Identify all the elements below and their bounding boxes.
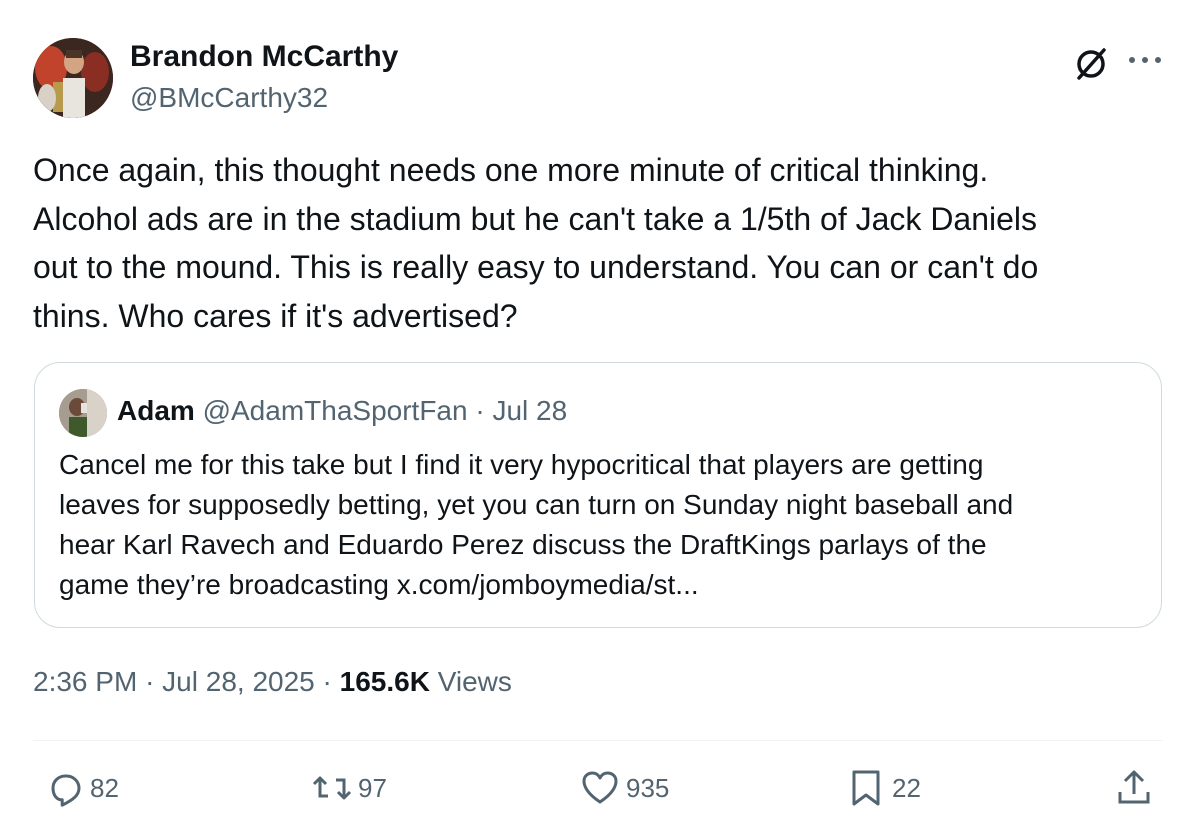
reply-icon xyxy=(51,774,81,807)
quoted-author-avatar xyxy=(59,389,107,437)
meta-separator: · xyxy=(145,666,155,697)
quoted-header: Adam @AdamThaSportFan · Jul 28 xyxy=(117,395,567,427)
bookmark-icon xyxy=(852,770,880,806)
tweet-date[interactable]: Jul 28, 2025 xyxy=(162,666,315,697)
author-avatar[interactable] xyxy=(33,38,113,118)
tweet-text-line: thins. Who cares if it's advertised? xyxy=(33,297,518,334)
tweet-time[interactable]: 2:36 PM xyxy=(33,666,137,697)
views-count: 165.6K xyxy=(339,666,430,697)
quoted-text-line: leaves for supposedly betting, yet you c… xyxy=(59,489,1014,520)
share-button[interactable] xyxy=(1114,766,1154,810)
retweet-button[interactable]: 97 xyxy=(312,766,387,810)
meta-separator: · xyxy=(322,666,332,697)
retweet-icon xyxy=(312,776,352,800)
quoted-separator: · xyxy=(475,395,485,426)
share-icon xyxy=(1118,770,1150,804)
divider xyxy=(33,740,1163,741)
quoted-tweet-card[interactable]: Adam @AdamThaSportFan · Jul 28 Cancel me… xyxy=(34,362,1162,628)
quoted-date: Jul 28 xyxy=(492,395,568,426)
like-count: 935 xyxy=(626,772,670,803)
author-name[interactable]: Brandon McCarthy xyxy=(130,40,398,74)
quoted-text-line: Cancel me for this take but I find it ve… xyxy=(59,449,984,480)
quoted-text: Cancel me for this take but I find it ve… xyxy=(59,445,1139,605)
more-icon[interactable] xyxy=(1128,46,1168,76)
tweet: Brandon McCarthy @BMcCarthy32 Once again… xyxy=(0,0,1194,832)
quoted-text-line: hear Karl Ravech and Eduardo Perez discu… xyxy=(59,529,987,560)
retweet-count: 97 xyxy=(358,772,387,803)
tweet-text-line: Alcohol ads are in the stadium but he ca… xyxy=(33,200,1038,237)
tweet-text-line: out to the mound. This is really easy to… xyxy=(33,249,1039,285)
author-handle[interactable]: @BMcCarthy32 xyxy=(130,82,328,114)
bookmark-count: 22 xyxy=(892,772,921,803)
tweet-text: Once again, this thought needs one more … xyxy=(33,146,1163,340)
quoted-author-handle: @AdamThaSportFan xyxy=(202,395,468,426)
reply-count: 82 xyxy=(90,772,119,803)
quoted-text-line: game they’re broadcasting x.com/jomboyme… xyxy=(59,569,699,600)
bookmark-button[interactable]: 22 xyxy=(846,766,921,810)
views-label: Views xyxy=(437,666,512,697)
like-button[interactable]: 935 xyxy=(580,766,669,810)
tweet-meta: 2:36 PM · Jul 28, 2025 · 165.6K Views xyxy=(33,666,512,698)
reply-button[interactable]: 82 xyxy=(44,766,119,810)
tweet-text-line: Once again, this thought needs one more … xyxy=(33,152,989,188)
heart-icon xyxy=(582,771,618,804)
grok-icon[interactable] xyxy=(1071,44,1111,84)
quoted-author-name: Adam xyxy=(117,395,195,426)
